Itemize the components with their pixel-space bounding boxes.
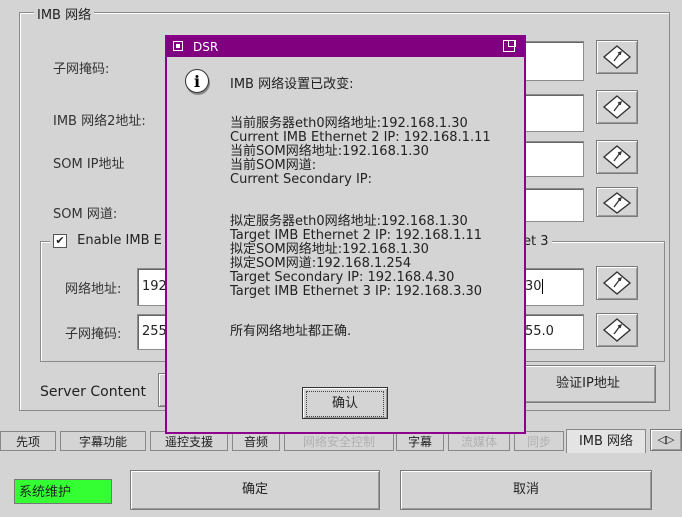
dialog-title: DSR <box>193 40 219 54</box>
edit-subnet-mask-button[interactable] <box>596 40 638 74</box>
verify-ip-button[interactable]: 验证IP地址 <box>520 365 656 403</box>
network-address-field-right[interactable]: 30 <box>520 268 584 306</box>
som-gateway-label: SOM 网道: <box>53 207 118 222</box>
edit-network-address-button[interactable] <box>596 266 638 300</box>
enable-checkbox[interactable]: ✔ <box>53 233 67 248</box>
tab-streaming[interactable]: 流媒体 <box>448 431 510 451</box>
edit-imb-network2-address-button[interactable] <box>596 90 638 124</box>
target-line-4: 拟定SOM网道:192.168.1.254 <box>230 256 412 271</box>
current-line-3: 当前SOM网络地址:192.168.1.30 <box>230 144 429 159</box>
edit-pencil-icon <box>602 95 632 119</box>
dialog-heading: IMB 网络设置已改变: <box>230 77 354 92</box>
dialog-titlebar[interactable]: DSR <box>167 37 524 57</box>
tab-subtitle-functions[interactable]: 字幕功能 <box>60 431 146 451</box>
enable-imb-ethernet3-header: ✔ Enable IMB E <box>50 233 165 248</box>
tab-subtitles[interactable]: 字幕 <box>396 431 444 451</box>
current-line-1: 当前服务器eth0网络地址:192.168.1.30 <box>230 116 468 131</box>
target-line-1: 拟定服务器eth0网络地址:192.168.1.30 <box>230 214 468 229</box>
cancel-button[interactable]: 取消 <box>400 470 652 510</box>
ok-button[interactable]: 确定 <box>130 470 380 510</box>
edit-som-ip-button[interactable] <box>596 140 638 174</box>
som-ip-field[interactable] <box>520 141 584 177</box>
dialog-footer-text: 所有网络地址都正确. <box>230 324 352 339</box>
current-line-2: Current IMB Ethernet 2 IP: 192.168.1.11 <box>230 130 491 145</box>
tab-audio[interactable]: 音频 <box>232 431 280 451</box>
network-address-field-left[interactable]: 192 <box>137 268 167 306</box>
edit-pencil-icon <box>602 318 632 342</box>
tab-imb-network[interactable]: IMB 网络 <box>566 429 646 453</box>
subnet-mask2-field-left[interactable]: 255 <box>137 314 167 350</box>
target-line-2: Target IMB Ethernet 2 IP: 192.168.1.11 <box>230 228 483 243</box>
som-ip-label: SOM IP地址 <box>53 157 125 172</box>
confirm-button-inner: 确认 <box>306 391 384 417</box>
target-line-5: Target Secondary IP: 192.168.4.30 <box>230 270 455 285</box>
imb-network2-address-label: IMB 网络2地址: <box>53 114 146 129</box>
edit-som-gateway-button[interactable] <box>596 187 638 217</box>
tab-sync[interactable]: 同步 <box>514 431 564 451</box>
edit-pencil-icon <box>602 145 632 169</box>
status-indicator: 系统维护 <box>14 479 112 504</box>
som-gateway-field[interactable] <box>520 188 584 222</box>
dsr-dialog: DSR i IMB 网络设置已改变: 当前服务器eth0网络地址:192.168… <box>165 35 526 434</box>
subnet-mask-label: 子网掩码: <box>53 62 110 77</box>
dialog-menu-icon[interactable] <box>173 41 183 51</box>
target-line-3: 拟定SOM网络地址:192.168.1.30 <box>230 242 429 257</box>
edit-subnet-mask2-button[interactable] <box>596 313 638 347</box>
tab-scroll-arrows[interactable]: ◁▷ <box>650 429 682 451</box>
subnet-mask2-label: 子网掩码: <box>65 327 122 342</box>
network-address-label: 网络地址: <box>65 282 122 297</box>
info-icon: i <box>185 69 209 93</box>
enable-imb-ethernet3-label: Enable IMB E <box>77 233 162 248</box>
dialog-confirm-button[interactable]: 确认 <box>302 387 388 419</box>
edit-pencil-icon <box>602 45 632 69</box>
subnet-mask-field[interactable] <box>520 41 584 81</box>
scroll-right-icon: ▷ <box>666 433 675 446</box>
server-content-label: Server Content <box>40 384 147 400</box>
tab-options[interactable]: 先项 <box>0 431 56 451</box>
current-line-5: Current Secondary IP: <box>230 172 372 187</box>
target-line-6: Target IMB Ethernet 3 IP: 192.168.3.30 <box>230 284 483 299</box>
imb-network2-address-field[interactable] <box>520 94 584 132</box>
edit-pencil-icon <box>602 271 632 295</box>
text-cursor <box>541 279 543 294</box>
dialog-maximize-icon[interactable] <box>503 40 516 52</box>
tab-network-security[interactable]: 网络安全控制 <box>284 431 394 451</box>
scroll-left-icon: ◁ <box>657 433 666 446</box>
current-line-4: 当前SOM网道: <box>230 158 317 173</box>
network-address-value-right: 30 <box>525 279 542 294</box>
subnet-mask2-field-right[interactable]: 55.0 <box>520 314 584 350</box>
imb-network-group-title: IMB 网络 <box>34 4 95 23</box>
tab-remote-support[interactable]: 遥控支援 <box>150 431 228 451</box>
edit-pencil-icon <box>602 192 632 214</box>
